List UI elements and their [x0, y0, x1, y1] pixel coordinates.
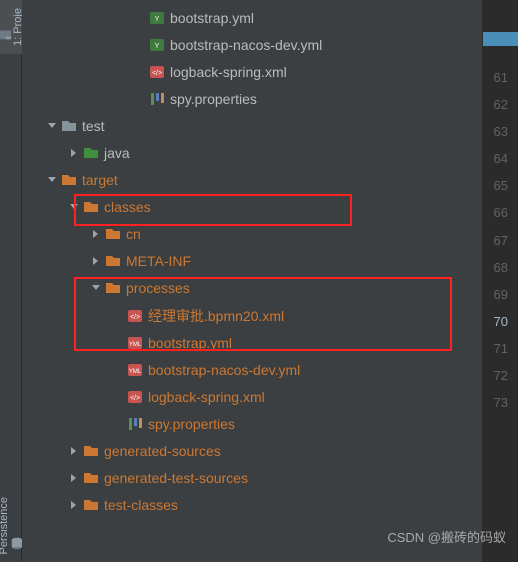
line-number: 72 — [483, 362, 518, 389]
xml-icon: </> — [148, 64, 166, 80]
xml-icon: </> — [126, 308, 144, 324]
tree-row[interactable]: </> logback-spring.xml — [22, 383, 482, 410]
tree-row[interactable]: java — [22, 139, 482, 166]
svg-text:YML: YML — [129, 369, 142, 375]
tree-row[interactable]: Ybootstrap-nacos-dev.yml — [22, 31, 482, 58]
folder-ex-icon — [60, 172, 78, 188]
tree-item-label: bootstrap-nacos-dev.yml — [148, 362, 300, 378]
tree-item-label: META-INF — [126, 253, 191, 269]
tree-item-label: 经理审批.bpmn20.xml — [148, 306, 284, 326]
tree-row[interactable]: target — [22, 167, 482, 194]
yml2-icon: YML — [126, 335, 144, 351]
line-number: 61 — [483, 64, 518, 91]
tree-row[interactable]: spy.properties — [22, 410, 482, 437]
yml2-icon: YML — [126, 362, 144, 378]
line-number: 62 — [483, 91, 518, 118]
xml-icon: </> — [126, 389, 144, 405]
tree-row[interactable]: META-INF — [22, 248, 482, 275]
tree-row[interactable]: cn — [22, 221, 482, 248]
editor-gutter: 61626364656667686970717273 — [483, 0, 518, 562]
tab-label: Persistence — [0, 497, 10, 554]
expand-icon[interactable] — [66, 500, 82, 510]
tree-item-label: bootstrap.yml — [170, 10, 254, 26]
line-number: 65 — [483, 172, 518, 199]
tree-row[interactable]: test-classes — [22, 492, 482, 519]
tree-item-label: spy.properties — [148, 416, 235, 432]
tree-item-label: logback-spring.xml — [170, 64, 287, 80]
line-number: 66 — [483, 199, 518, 226]
line-number: 71 — [483, 335, 518, 362]
tree-row[interactable]: classes — [22, 194, 482, 221]
folder-gray-icon — [60, 118, 78, 134]
expand-icon[interactable] — [66, 202, 82, 212]
tree-item-label: logback-spring.xml — [148, 389, 265, 405]
expand-icon[interactable] — [44, 175, 60, 185]
svg-text:Y: Y — [155, 16, 160, 23]
tree-item-label: spy.properties — [170, 91, 257, 107]
folder-ex-icon — [104, 280, 122, 296]
folder-ex-icon — [104, 226, 122, 242]
tree-item-label: processes — [126, 280, 190, 296]
watermark-text: CSDN @搬砖的码蚁 — [387, 527, 506, 546]
svg-text:</>: </> — [130, 314, 140, 321]
yml-icon: Y — [148, 10, 166, 26]
tree-item-label: bootstrap.yml — [148, 335, 232, 351]
folder-ex-icon — [82, 443, 100, 459]
line-number: 64 — [483, 145, 518, 172]
expand-icon[interactable] — [88, 229, 104, 239]
folder-ex-icon — [82, 497, 100, 513]
tree-row[interactable]: test — [22, 112, 482, 139]
expand-icon[interactable] — [88, 256, 104, 266]
tree-item-label: classes — [104, 199, 151, 215]
folder-green-icon — [82, 145, 100, 161]
yml-icon: Y — [148, 37, 166, 53]
tree-row[interactable]: YML bootstrap.yml — [22, 329, 482, 356]
expand-icon[interactable] — [44, 121, 60, 131]
tree-item-label: generated-sources — [104, 443, 221, 459]
tree-item-label: generated-test-sources — [104, 470, 248, 486]
props-icon — [148, 91, 166, 107]
props-icon — [126, 416, 144, 432]
tree-row[interactable]: generated-test-sources — [22, 465, 482, 492]
line-number: 63 — [483, 118, 518, 145]
tree-row[interactable]: YML bootstrap-nacos-dev.yml — [22, 356, 482, 383]
gutter-header — [483, 32, 518, 46]
svg-text:</>: </> — [130, 395, 140, 402]
tree-row[interactable]: </> 经理审批.bpmn20.xml — [22, 302, 482, 329]
line-number: 68 — [483, 254, 518, 281]
project-tree[interactable]: Ybootstrap.ymlYbootstrap-nacos-dev.yml</… — [22, 0, 483, 562]
project-icon — [0, 28, 12, 42]
tree-item-label: bootstrap-nacos-dev.yml — [170, 37, 322, 53]
folder-ex-icon — [82, 470, 100, 486]
expand-icon[interactable] — [66, 148, 82, 158]
expand-icon[interactable] — [66, 473, 82, 483]
tree-row[interactable]: spy.properties — [22, 85, 482, 112]
expand-icon[interactable] — [88, 283, 104, 293]
line-number: 67 — [483, 227, 518, 254]
folder-ex-icon — [82, 199, 100, 215]
tree-item-label: test-classes — [104, 497, 178, 513]
expand-icon[interactable] — [66, 446, 82, 456]
tree-item-label: cn — [126, 226, 141, 242]
tree-row[interactable]: generated-sources — [22, 438, 482, 465]
tree-row[interactable]: Ybootstrap.yml — [22, 4, 482, 31]
svg-text:</>: </> — [152, 70, 162, 77]
tree-item-label: test — [82, 118, 105, 134]
tree-row[interactable]: </> logback-spring.xml — [22, 58, 482, 85]
line-number: 70 — [483, 308, 518, 335]
tree-row[interactable]: processes — [22, 275, 482, 302]
folder-ex-icon — [104, 253, 122, 269]
tree-item-label: java — [104, 145, 130, 161]
tool-window-tabs: 1: Proje Persistence — [0, 0, 22, 562]
svg-text:YML: YML — [129, 342, 142, 348]
svg-text:Y: Y — [155, 43, 160, 50]
line-number: 69 — [483, 281, 518, 308]
line-number: 73 — [483, 389, 518, 416]
tree-item-label: target — [82, 172, 118, 188]
